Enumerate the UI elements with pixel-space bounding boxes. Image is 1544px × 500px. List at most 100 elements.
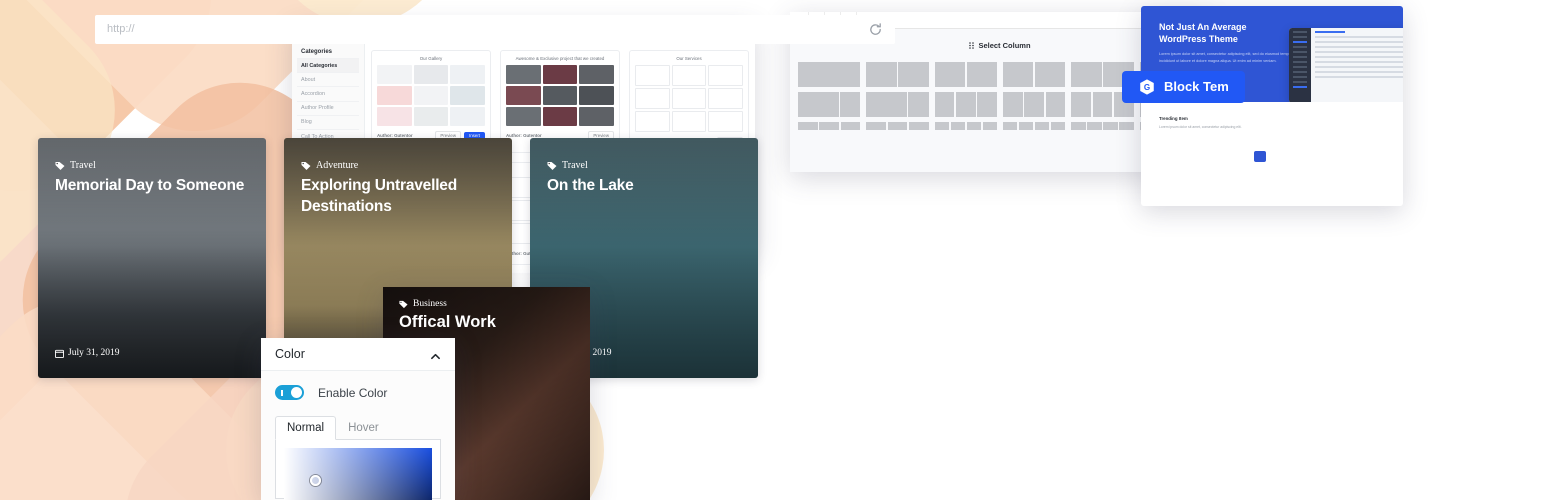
post-card-title: Exploring Untravelled Destinations bbox=[301, 176, 491, 218]
category-item-author-profile[interactable]: Author Profile bbox=[297, 101, 359, 115]
categories-heading: Categories bbox=[297, 46, 359, 58]
calendar-icon bbox=[55, 349, 64, 358]
category-item-about[interactable]: About bbox=[297, 72, 359, 86]
color-picker-box bbox=[275, 439, 441, 499]
color-gradient-field[interactable] bbox=[284, 448, 432, 500]
template-thumbnail bbox=[543, 107, 578, 126]
tag-icon bbox=[55, 161, 65, 171]
business-card-tag: Business bbox=[399, 299, 447, 309]
column-cell bbox=[898, 62, 928, 87]
template-card-title: Our Gallery bbox=[377, 56, 485, 62]
post-card-overlay bbox=[38, 138, 266, 378]
column-cell bbox=[967, 62, 997, 87]
column-cell bbox=[888, 122, 908, 130]
column-option[interactable] bbox=[935, 62, 997, 87]
column-option[interactable] bbox=[1071, 122, 1133, 130]
enable-color-label: Enable Color bbox=[318, 386, 387, 400]
column-cell bbox=[935, 62, 965, 87]
chevron-up-icon[interactable] bbox=[430, 349, 441, 360]
template-thumbnail bbox=[506, 107, 541, 126]
template-thumbnail bbox=[672, 88, 707, 109]
template-thumbnail-grid bbox=[377, 65, 485, 126]
column-option[interactable] bbox=[1003, 62, 1065, 87]
column-option[interactable] bbox=[798, 92, 860, 117]
category-item-accordion[interactable]: Accordion bbox=[297, 86, 359, 100]
column-option[interactable] bbox=[1003, 92, 1065, 117]
column-cell bbox=[1071, 122, 1085, 130]
template-thumbnail bbox=[450, 86, 485, 105]
column-cell bbox=[1003, 62, 1033, 87]
template-thumbnail bbox=[506, 86, 541, 105]
post-card-title: On the Lake bbox=[547, 176, 737, 197]
drag-handle-icon bbox=[969, 42, 974, 49]
column-cell bbox=[967, 122, 981, 130]
block-template-button[interactable]: G Block Tem bbox=[1122, 71, 1245, 103]
template-thumbnail bbox=[377, 107, 412, 126]
url-input[interactable]: http:// bbox=[95, 15, 895, 44]
column-cell bbox=[1071, 92, 1091, 117]
template-thumbnail bbox=[414, 65, 449, 84]
column-cell bbox=[798, 62, 860, 87]
column-cell bbox=[1071, 62, 1101, 87]
template-thumbnail bbox=[377, 86, 412, 105]
template-thumbnail-grid bbox=[506, 65, 614, 126]
template-card-title: Awesome & Exclusive project that we crea… bbox=[506, 56, 614, 62]
column-option[interactable] bbox=[866, 62, 928, 87]
category-item-blog[interactable]: Blog bbox=[297, 115, 359, 129]
url-placeholder: http:// bbox=[107, 23, 135, 35]
column-cell bbox=[951, 122, 965, 130]
column-option[interactable] bbox=[866, 92, 928, 117]
column-cell bbox=[935, 122, 949, 130]
banner-headline: Not Just An Average WordPress Theme bbox=[1159, 21, 1294, 45]
trending-button[interactable] bbox=[1254, 151, 1266, 162]
column-cell bbox=[1103, 122, 1117, 130]
column-cell bbox=[866, 92, 907, 117]
tab-hover[interactable]: Hover bbox=[336, 416, 391, 440]
screenshot-sidebar bbox=[1289, 28, 1311, 102]
template-thumbnail bbox=[543, 86, 578, 105]
template-thumbnail bbox=[543, 65, 578, 84]
category-item-all-categories[interactable]: All Categories bbox=[297, 58, 359, 72]
post-card-tag-label: Adventure bbox=[316, 160, 358, 171]
column-option[interactable] bbox=[935, 92, 997, 117]
post-card-tag: Travel bbox=[547, 160, 588, 171]
column-cell bbox=[935, 92, 955, 117]
template-thumbnail bbox=[414, 86, 449, 105]
column-option[interactable] bbox=[798, 122, 860, 130]
template-thumbnail bbox=[579, 86, 614, 105]
column-cell bbox=[798, 122, 818, 130]
column-option[interactable] bbox=[798, 62, 860, 87]
enable-color-toggle[interactable] bbox=[275, 385, 304, 400]
template-thumbnail bbox=[377, 65, 412, 84]
tag-icon bbox=[399, 300, 408, 309]
trending-title: Trending Item bbox=[1159, 116, 1385, 121]
color-settings-panel: Color Enable Color Normal Hover bbox=[261, 338, 455, 500]
template-thumbnail bbox=[450, 65, 485, 84]
banner-body: Lorem ipsum dolor sit amet, consectetur … bbox=[1159, 51, 1297, 65]
color-panel-header[interactable]: Color bbox=[261, 338, 455, 371]
post-card[interactable]: TravelMemorial Day to SomeoneJuly 31, 20… bbox=[38, 138, 266, 378]
banner-screenshot bbox=[1289, 28, 1403, 102]
column-cell bbox=[1003, 92, 1023, 117]
column-cell bbox=[1051, 122, 1065, 130]
column-option[interactable] bbox=[1003, 122, 1065, 130]
template-thumbnail bbox=[579, 65, 614, 84]
column-cell bbox=[1119, 122, 1133, 130]
reload-icon[interactable] bbox=[868, 22, 883, 40]
template-thumbnail bbox=[635, 65, 670, 86]
template-thumbnail bbox=[635, 88, 670, 109]
business-card-title: Offical Work bbox=[399, 313, 496, 332]
template-thumbnail bbox=[579, 107, 614, 126]
template-thumbnail bbox=[506, 65, 541, 84]
column-cell bbox=[908, 92, 928, 117]
post-card-tag-label: Travel bbox=[70, 160, 96, 171]
column-option[interactable] bbox=[935, 122, 997, 130]
tab-normal[interactable]: Normal bbox=[275, 416, 336, 440]
wordpress-theme-banner: Not Just An Average WordPress Theme Lore… bbox=[1141, 6, 1403, 206]
column-option[interactable] bbox=[866, 122, 928, 130]
post-card-date-label: July 31, 2019 bbox=[68, 348, 119, 358]
color-picker-handle[interactable] bbox=[310, 475, 321, 486]
template-thumbnail bbox=[414, 107, 449, 126]
template-thumbnail bbox=[708, 111, 743, 132]
tag-icon bbox=[301, 161, 311, 171]
